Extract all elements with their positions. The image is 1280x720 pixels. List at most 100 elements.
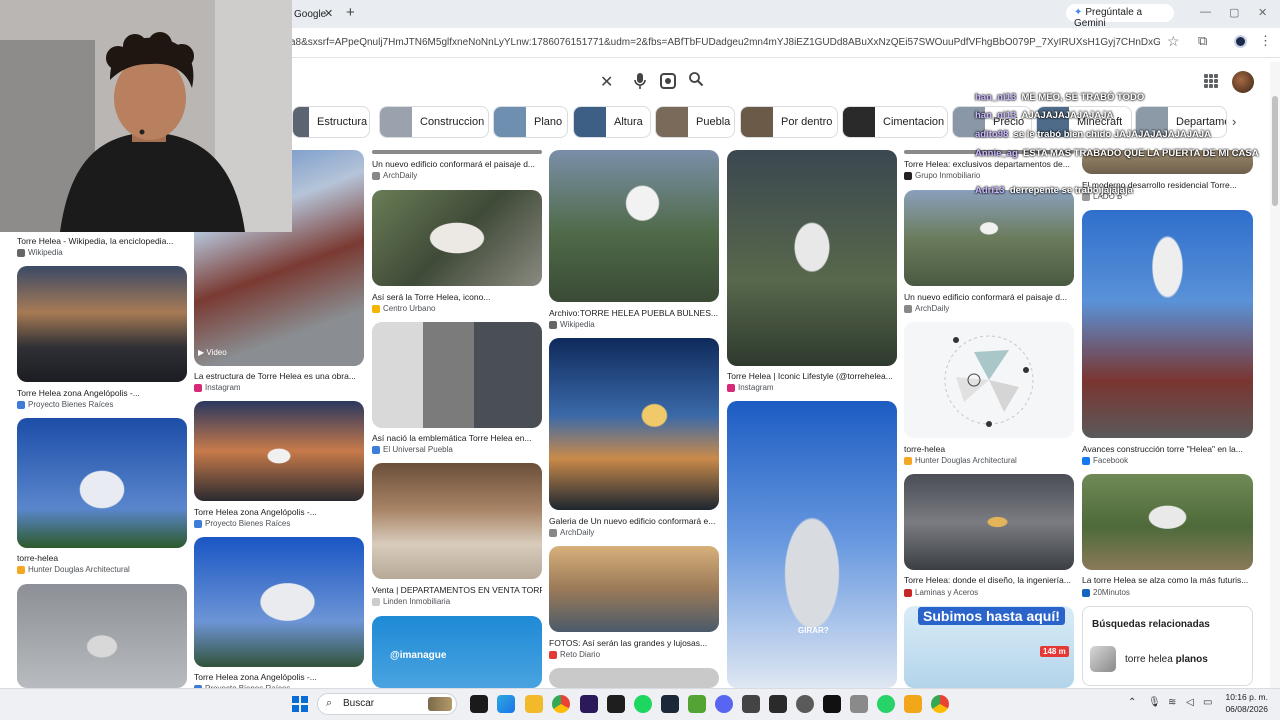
result-caption[interactable]: Torre Helea zona Angelópolis -...	[194, 672, 364, 682]
result-image[interactable]	[17, 584, 187, 688]
google-apps-icon[interactable]	[1204, 74, 1218, 88]
favicon-icon	[549, 650, 557, 659]
result-image[interactable]	[194, 401, 364, 501]
result-caption[interactable]: Torre Helea | Iconic Lifestyle (@torrehe…	[727, 371, 897, 381]
result-image[interactable]	[727, 150, 897, 366]
taskview-icon[interactable]	[470, 695, 488, 713]
chevron-right-icon[interactable]: ›	[1232, 114, 1236, 129]
result-caption[interactable]: Un nuevo edificio conformará el paisaje …	[904, 292, 1074, 302]
clear-search-icon[interactable]: ✕	[600, 72, 613, 92]
related-searches-title: Búsquedas relacionadas	[1092, 619, 1210, 630]
clock-time[interactable]: 10:16 p. m.	[1222, 692, 1268, 702]
obs-icon[interactable]	[796, 695, 814, 713]
app-icon[interactable]	[742, 695, 760, 713]
clock-date[interactable]: 06/08/2026	[1222, 704, 1268, 714]
live-app-icon[interactable]	[607, 695, 625, 713]
result-image[interactable]	[904, 474, 1074, 570]
window-close-icon[interactable]: ✕	[1258, 6, 1267, 19]
result-caption[interactable]: La estructura de Torre Helea es una obra…	[194, 371, 364, 381]
result-source: ArchDaily	[904, 304, 949, 313]
result-caption[interactable]: Torre Helea - Wikipedia, la enciclopedia…	[17, 236, 187, 246]
epic-games-icon[interactable]	[769, 695, 787, 713]
edge-icon[interactable]	[497, 695, 515, 713]
search-icon[interactable]	[688, 71, 704, 87]
result-caption[interactable]: torre-helea	[904, 444, 1074, 454]
capcut-icon[interactable]	[823, 695, 841, 713]
result-caption[interactable]: Un nuevo edificio conformará el paisaje …	[372, 159, 542, 169]
result-caption[interactable]: FOTOS: Así serán las grandes y lujosas..…	[549, 638, 719, 648]
result-image[interactable]	[1082, 474, 1253, 570]
related-search-item[interactable]: torre helea planos	[1125, 654, 1208, 665]
result-caption[interactable]: La torre Helea se alza como la más futur…	[1082, 575, 1252, 585]
result-image[interactable]	[17, 266, 187, 382]
result-image[interactable]	[194, 537, 364, 667]
lens-icon[interactable]	[660, 73, 676, 89]
result-image[interactable]	[372, 190, 542, 286]
result-caption[interactable]: Torre Helea: donde el diseño, la ingenie…	[904, 575, 1074, 585]
volume-icon[interactable]: ◁	[1186, 697, 1194, 708]
result-caption[interactable]: Galeria de Un nuevo edificio conformará …	[549, 516, 719, 526]
account-avatar[interactable]	[1232, 71, 1254, 93]
browser-tab[interactable]: Google	[288, 3, 342, 25]
result-caption[interactable]: Venta | DEPARTAMENTOS EN VENTA TORR...	[372, 585, 542, 595]
tray-chevron-icon[interactable]: ⌃	[1128, 697, 1136, 708]
result-caption[interactable]: Torre Helea zona Angelópolis -...	[194, 507, 364, 517]
result-image[interactable]	[549, 338, 719, 510]
result-caption[interactable]: Archivo:TORRE HELEA PUEBLA BULNES...	[549, 308, 719, 318]
mic-tray-icon[interactable]: 🎙	[1148, 697, 1161, 708]
result-caption[interactable]: Así nació la emblemática Torre Helea en.…	[372, 433, 542, 443]
chip-plano[interactable]: Plano	[493, 106, 568, 138]
result-image[interactable]	[727, 401, 897, 688]
address-bar[interactable]: a8&sxsrf=APpeQnulj7HmJTN6M5glfxneNoNnLyY…	[290, 34, 1160, 52]
chrome-icon[interactable]	[552, 695, 570, 713]
result-caption[interactable]: Torre Helea zona Angelópolis -...	[17, 388, 187, 398]
app-icon[interactable]	[904, 695, 922, 713]
chip-label: Por dentro	[781, 116, 833, 128]
result-caption[interactable]: torre-helea	[17, 553, 187, 563]
result-image[interactable]	[904, 190, 1074, 286]
chip-altura[interactable]: Altura	[573, 106, 651, 138]
discord-icon[interactable]	[715, 695, 733, 713]
file-explorer-icon[interactable]	[525, 695, 543, 713]
gemini-button[interactable]: ✦ Pregúntale a Gemini	[1066, 4, 1174, 29]
chip-cimentacion[interactable]: Cimentacion	[842, 106, 948, 138]
steam-icon[interactable]	[661, 695, 679, 713]
premiere-icon[interactable]	[580, 695, 598, 713]
related-search-bold: planos	[1175, 654, 1208, 665]
new-tab-button[interactable]: +	[346, 4, 355, 21]
browser-menu-icon[interactable]: ⋮	[1259, 33, 1272, 49]
whatsapp-icon[interactable]	[877, 695, 895, 713]
windows-start-icon[interactable]	[292, 696, 308, 712]
chip-puebla[interactable]: Puebla	[655, 106, 735, 138]
result-image[interactable]	[372, 322, 542, 428]
taskbar-search-label: Buscar	[343, 698, 375, 709]
scrollbar-thumb[interactable]	[1272, 96, 1278, 206]
result-image[interactable]	[549, 668, 719, 688]
minimize-icon[interactable]: —	[1200, 6, 1211, 18]
result-image[interactable]	[1082, 210, 1253, 438]
bookmark-star-icon[interactable]: ☆	[1167, 33, 1180, 50]
restore-icon[interactable]: ▢	[1229, 6, 1239, 19]
chip-construccion[interactable]: Construccion	[379, 106, 489, 138]
result-image[interactable]	[549, 150, 719, 302]
result-image[interactable]	[372, 150, 542, 154]
battery-icon[interactable]: ▭	[1203, 697, 1212, 708]
result-image[interactable]	[549, 546, 719, 632]
chrome-icon[interactable]	[931, 695, 949, 713]
result-caption[interactable]: Así será la Torre Helea, icono...	[372, 292, 542, 302]
result-caption[interactable]: Torre Helea: exclusivos departamentos de…	[904, 159, 1074, 169]
spotify-icon[interactable]	[634, 695, 652, 713]
related-search-thumbnail[interactable]	[1090, 646, 1116, 672]
result-image[interactable]	[372, 463, 542, 579]
wifi-icon[interactable]: ≋	[1168, 697, 1176, 708]
tab-close-icon[interactable]: ✕	[324, 7, 333, 20]
extensions-icon[interactable]: ⧉	[1198, 33, 1207, 49]
minecraft-icon[interactable]	[688, 695, 706, 713]
app-icon[interactable]	[850, 695, 868, 713]
chip-estructura[interactable]: Estructura	[292, 106, 370, 138]
chip-por-dentro[interactable]: Por dentro	[740, 106, 838, 138]
result-caption[interactable]: Avances construcción torre "Helea" en la…	[1082, 444, 1252, 454]
browser-profile-icon[interactable]	[1234, 35, 1247, 48]
voice-search-icon[interactable]	[633, 72, 647, 90]
result-image[interactable]	[17, 418, 187, 548]
